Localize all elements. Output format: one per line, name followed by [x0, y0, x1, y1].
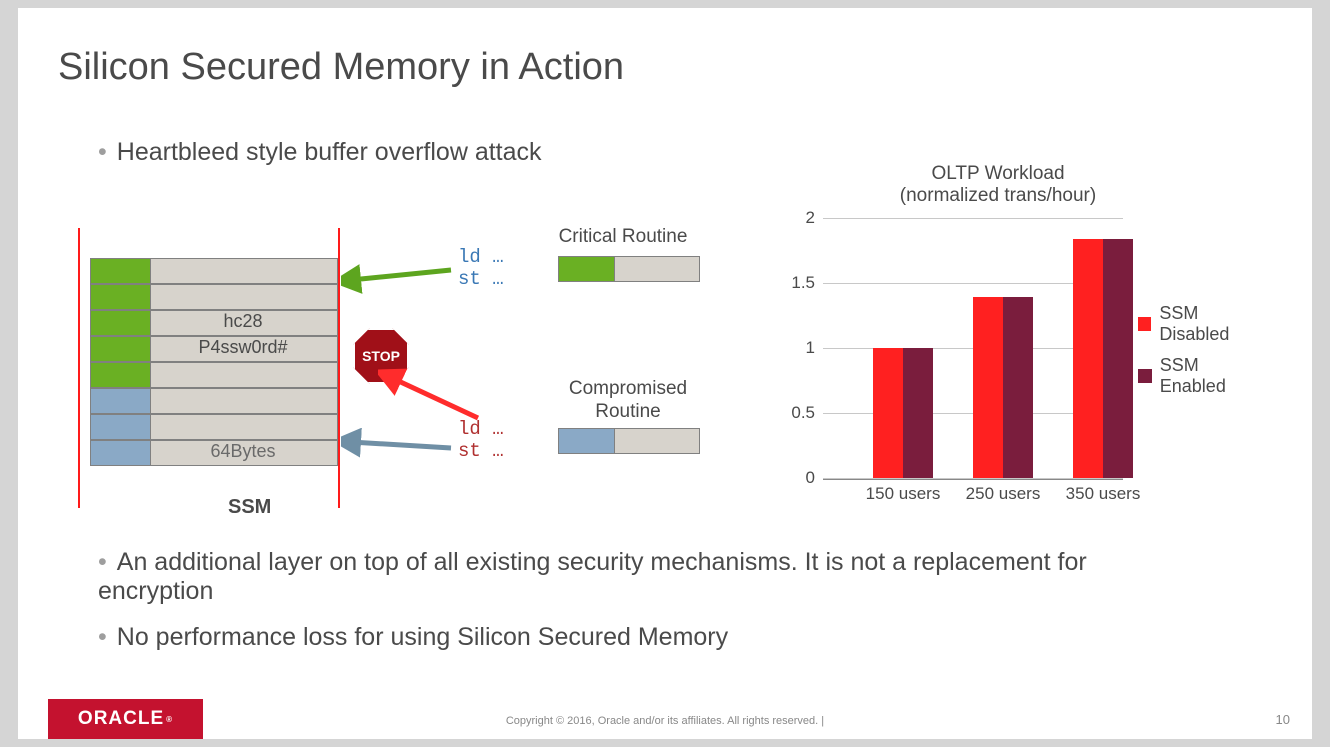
bar — [1073, 239, 1103, 478]
legend-item: SSM Enabled — [1138, 355, 1268, 397]
mem-row-7 — [150, 414, 338, 440]
memory-diagram: hc28 P4ssw0rd# 64Bytes SSM Critical Rout… — [78, 228, 718, 528]
stop-text: STOP — [362, 348, 400, 364]
compromised-code-ld: ld … — [458, 418, 504, 440]
tag-green-1 — [90, 258, 152, 284]
bar — [873, 348, 903, 478]
ssm-label: SSM — [228, 496, 271, 519]
bar — [1103, 239, 1133, 478]
y-tick: 0.5 — [791, 403, 815, 423]
red-line-left — [78, 228, 80, 508]
legend-item: SSM Disabled — [1138, 303, 1268, 345]
mem-row-5 — [150, 362, 338, 388]
critical-routine-tag — [558, 256, 615, 282]
tag-blue-1 — [90, 388, 152, 414]
x-category: 350 users — [1053, 484, 1153, 504]
bullet-1-text: Heartbleed style buffer overflow attack — [117, 138, 542, 166]
chart-title: OLTP Workload(normalized trans/hour) — [828, 163, 1168, 207]
tag-blue-3 — [90, 440, 152, 466]
page-number: 10 — [1276, 712, 1290, 727]
critical-code-ld: ld … — [458, 246, 504, 268]
compromised-label-1: Compromised — [548, 378, 708, 400]
bullet-dot-icon: • — [98, 548, 107, 576]
x-category: 150 users — [853, 484, 953, 504]
slide-title: Silicon Secured Memory in Action — [58, 46, 624, 89]
bullet-dot-icon: • — [98, 623, 107, 651]
copyright-text: Copyright © 2016, Oracle and/or its affi… — [18, 715, 1312, 727]
y-tick: 2 — [806, 208, 815, 228]
critical-routine-label: Critical Routine — [548, 226, 698, 248]
legend-swatch-icon — [1138, 369, 1152, 383]
mem-row-1 — [150, 258, 338, 284]
green-arrow-icon — [341, 258, 456, 298]
tag-green-2 — [90, 284, 152, 310]
bullet-3-text: No performance loss for using Silicon Se… — [117, 623, 728, 651]
legend-label: SSM Enabled — [1160, 355, 1268, 397]
mem-row-2 — [150, 284, 338, 310]
y-tick: 1 — [806, 338, 815, 358]
tag-blue-2 — [90, 414, 152, 440]
bullet-1: • Heartbleed style buffer overflow attack — [98, 138, 542, 167]
y-tick: 1.5 — [791, 273, 815, 293]
chart-legend: SSM Disabled SSM Enabled — [1138, 303, 1268, 407]
blue-arrow-icon — [341, 428, 456, 468]
red-line-right — [338, 228, 340, 508]
legend-label: SSM Disabled — [1159, 303, 1268, 345]
row-label-64b: 64Bytes — [153, 441, 333, 462]
bar — [1003, 297, 1033, 478]
tag-green-3 — [90, 310, 152, 336]
mem-row-6 — [150, 388, 338, 414]
legend-swatch-icon — [1138, 317, 1151, 331]
tag-green-5 — [90, 362, 152, 388]
oltp-chart: OLTP Workload(normalized trans/hour) 00.… — [768, 163, 1268, 523]
critical-code-st: st … — [458, 268, 504, 290]
bullet-2: •An additional layer on top of all exist… — [98, 548, 1198, 606]
footer: ORACLE® Copyright © 2016, Oracle and/or … — [18, 697, 1312, 739]
row-label-pwd: P4ssw0rd# — [153, 337, 333, 358]
row-label-hc28: hc28 — [153, 311, 333, 332]
bar — [903, 348, 933, 478]
compromised-label-2: Routine — [548, 401, 708, 423]
y-tick: 0 — [806, 468, 815, 488]
chart-plot-area: 00.511.52150 users250 users350 users — [823, 218, 1123, 480]
bullet-3: • No performance loss for using Silicon S… — [98, 623, 1198, 652]
bullet-2-text: An additional layer on top of all existi… — [98, 548, 1087, 605]
compromised-code-st: st … — [458, 440, 504, 462]
x-category: 250 users — [953, 484, 1053, 504]
compromised-routine-tag — [558, 428, 615, 454]
tag-green-4 — [90, 336, 152, 362]
bullet-dot-icon: • — [98, 138, 107, 166]
bar — [973, 297, 1003, 478]
